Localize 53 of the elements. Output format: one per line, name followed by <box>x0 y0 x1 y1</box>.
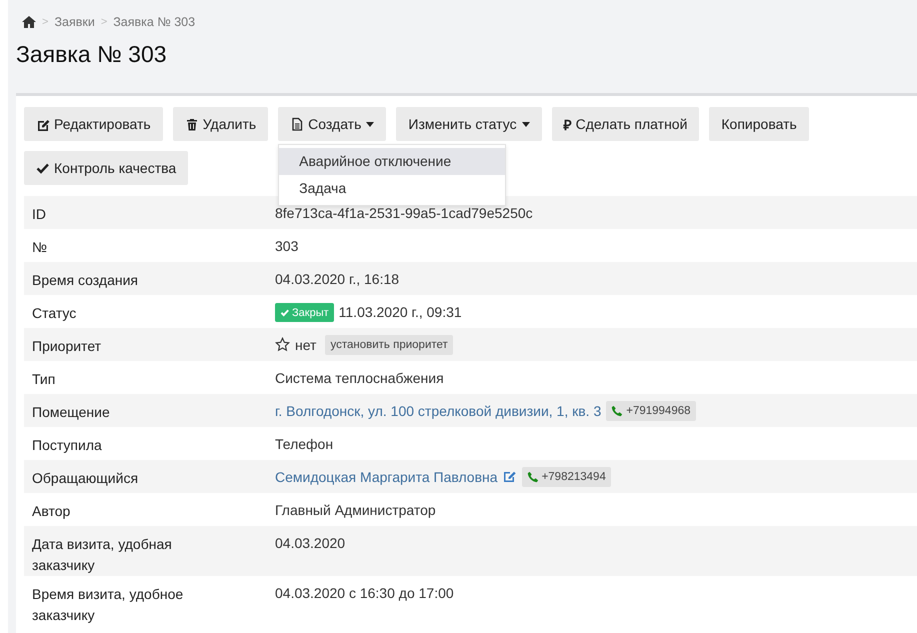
breadcrumb-link[interactable]: Заявка № 303 <box>113 15 196 29</box>
toolbar-button[interactable]: Удалить <box>172 107 268 141</box>
field-value: 8fe713ca-4f1a-2531-99a5-1cad79e5250c <box>275 204 533 223</box>
field-label: Время создания <box>31 271 139 290</box>
menu-item[interactable]: Аварийное отключение <box>279 148 506 175</box>
phone-icon <box>526 471 539 483</box>
field-label: ID <box>31 205 47 224</box>
check-icon <box>36 161 50 175</box>
page-title: Заявка № 303 <box>16 41 168 68</box>
field-label: Обращающийся <box>31 469 140 488</box>
toolbar-button[interactable]: Изменить статус <box>396 107 542 141</box>
set-priority-button[interactable]: установить приоритет <box>325 335 453 355</box>
status-badge: Закрыт <box>275 303 334 322</box>
star-icon <box>275 337 290 352</box>
phone-tag[interactable]: +791994968 <box>606 401 696 421</box>
field-label: Приоритет <box>31 337 102 356</box>
toolbar-button[interactable]: ₽ Сделать платной <box>552 107 700 141</box>
field-label: Автор <box>31 502 72 521</box>
field-value: 04.03.2020 г., 16:18 <box>275 270 400 289</box>
field-value: 04.03.2020 <box>275 534 346 553</box>
trash-icon <box>184 117 199 131</box>
field-link[interactable]: Семидоцкая Маргарита Павловна <box>275 467 498 487</box>
breadcrumb-separator: > <box>100 16 108 28</box>
field-label: Поступила <box>31 436 103 455</box>
edit-icon <box>36 117 50 131</box>
toolbar-button[interactable]: Создать <box>278 107 386 141</box>
field-value: 04.03.2020 с 16:30 до 17:00 <box>275 584 454 603</box>
field-label: Тип <box>31 370 56 389</box>
field-value: 11.03.2020 г., 09:31 <box>338 303 462 322</box>
field-label: Статус <box>31 304 78 323</box>
home-icon <box>22 16 36 28</box>
toolbar-button[interactable]: Копировать <box>709 107 809 141</box>
field-link[interactable]: г. Волгодонск, ул. 100 стрелковой дивизии, 1, кв. 3 <box>275 401 602 421</box>
toolbar-button[interactable]: Контроль качества <box>24 151 188 185</box>
field-value: Главный Администратор <box>275 501 436 520</box>
field-label: № <box>31 238 48 257</box>
breadcrumb-separator: > <box>42 16 48 28</box>
field-value: 303 <box>275 237 298 256</box>
ruble-icon: ₽ <box>564 114 572 134</box>
field-value: Система теплоснабжения <box>275 369 444 388</box>
field-label: Время визита, удобное заказчику <box>31 585 184 625</box>
field-value: Телефон <box>275 435 334 454</box>
check-icon <box>280 308 290 317</box>
field-label: Дата визита, удобная заказчику <box>31 535 173 575</box>
menu-item[interactable]: Задача <box>279 175 506 202</box>
breadcrumb-link[interactable]: Заявки <box>54 15 95 29</box>
field-label: Помещение <box>31 403 111 422</box>
field-value: нет <box>295 336 316 355</box>
phone-tag[interactable]: +798213494 <box>522 467 611 487</box>
toolbar-button[interactable]: Редактировать <box>24 107 163 141</box>
edit-icon <box>502 469 517 483</box>
file-icon <box>290 117 304 131</box>
phone-icon <box>611 405 624 417</box>
